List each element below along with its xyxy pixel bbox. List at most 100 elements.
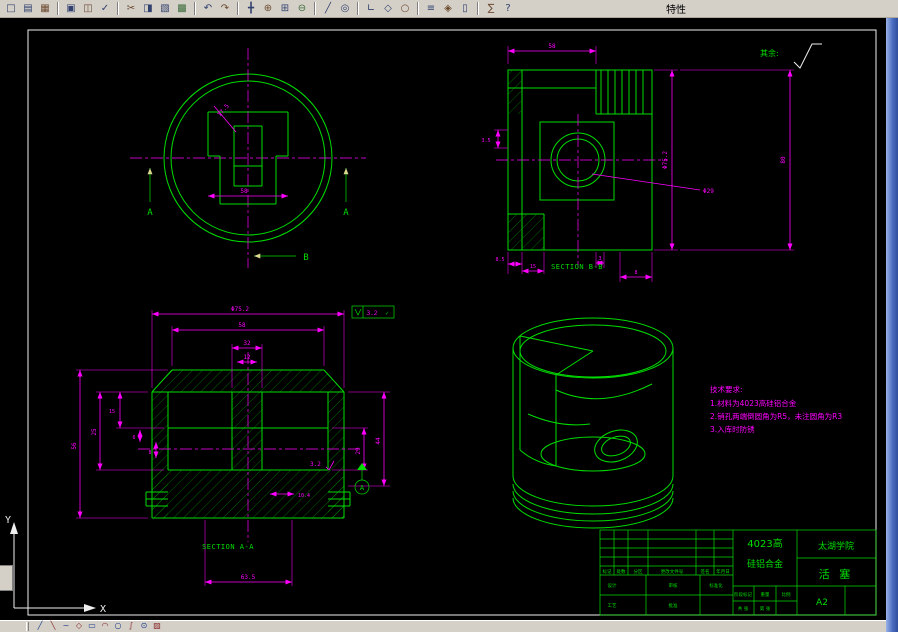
stage-label: 阶段标记 — [734, 591, 752, 598]
toolbar-separator — [194, 2, 196, 15]
section-bb-title: SECTION B-B — [551, 263, 603, 271]
3d-orbit-button[interactable]: ○ — [397, 1, 413, 16]
sheet-no-label: 第 张 — [760, 605, 771, 612]
material-line2: 硅铝合金 — [747, 558, 783, 570]
section-dim-r1: 44 — [375, 437, 382, 445]
match-properties-button[interactable]: ▩ — [174, 1, 190, 16]
zoom-previous-button[interactable]: ⊖ — [294, 1, 310, 16]
cut-button[interactable]: ✂ — [123, 1, 139, 16]
draw-line-button[interactable]: ╱ — [34, 621, 46, 632]
section-dim-t3: 32 — [243, 340, 251, 347]
toolbar: □ ▤ ▦ ▣ ◫ ✓ ✂ ◨ ▧ ▩ ↶ ↷ ╋ ⊕ ⊞ ⊖ ╱ ◎ ∟ ◇ ○ ≡ ◈ ▯ ∑? 特性 — [0, 0, 898, 18]
surface-finish-icon — [793, 43, 822, 69]
cad-window: □ ▤ ▦ ▣ ◫ ✓ ✂ ◨ ▧ ▩ ↶ ↷ ╋ ⊕ ⊞ ⊖ ╱ ◎ ∟ ◇ ○ ≡ ◈ ▯ ∑? 特性 — [0, 0, 898, 632]
draw-circle-button[interactable]: ○ — [112, 621, 124, 632]
section-dim-r2: 29 — [355, 447, 362, 455]
tech-notes-line3: 3.入库时防锈 — [710, 424, 755, 434]
section-dim-t1: Φ75.2 — [231, 306, 249, 313]
new-button[interactable]: □ — [3, 1, 19, 16]
print-preview-button[interactable]: ◫ — [80, 1, 96, 16]
sheet-size: A2 — [816, 598, 828, 608]
piston-drawing: 58 17.5 A A B Φ29 58 Φ75.2 80 3.5 8.5 15… — [5, 29, 877, 616]
side-dim-b4: 8 — [634, 270, 637, 276]
named-ucs-button[interactable]: ∟ — [363, 1, 379, 16]
redo-button[interactable]: ↷ — [217, 1, 233, 16]
tech-notes-line1: 1.材料为4023高硅铝合金 — [710, 398, 797, 408]
spelling-button[interactable]: ✓ — [97, 1, 113, 16]
col-mark: 标记 — [603, 568, 612, 575]
designcenter-button[interactable]: ◈ — [440, 1, 456, 16]
finish-note-label: 其余: — [760, 48, 779, 58]
docked-toolbar-button[interactable] — [0, 565, 13, 591]
help-button[interactable]: ? — [500, 1, 516, 16]
named-views-button[interactable]: ◇ — [380, 1, 396, 16]
section-dim-t2: 58 — [238, 322, 246, 329]
section-a-label-right: A — [343, 208, 349, 218]
draw-rectangle-button[interactable]: ▭ — [86, 621, 98, 632]
paste-button[interactable]: ▧ — [157, 1, 173, 16]
part-name: 活 塞 — [819, 567, 854, 581]
copy-button[interactable]: ◨ — [140, 1, 156, 16]
zoom-window-button[interactable]: ⊞ — [277, 1, 293, 16]
side-top-dim: 58 — [548, 43, 556, 50]
pan-button[interactable]: ╋ — [243, 1, 259, 16]
quickcalc-button[interactable]: ∑ — [483, 1, 499, 16]
ucs-x-arrow — [84, 604, 96, 612]
finish-box-check: ✓ — [385, 310, 389, 317]
toolbar-separator — [417, 2, 419, 15]
print-button[interactable]: ▣ — [63, 1, 79, 16]
window-border-right — [886, 18, 898, 632]
drawing-canvas[interactable]: 58 17.5 A A B Φ29 58 Φ75.2 80 3.5 8.5 15… — [0, 18, 886, 620]
datum-triangle — [357, 463, 367, 470]
top-view-angle-dim: 17.5 — [216, 102, 231, 118]
side-dia-dim: Φ75.2 — [662, 151, 669, 169]
section-dim-l4: 6 — [132, 435, 135, 441]
open-button[interactable]: ▤ — [20, 1, 36, 16]
draw-spline-button[interactable]: ∫ — [125, 621, 137, 632]
tech-notes: 技术要求: 1.材料为4023高硅铝合金 2.销孔两端倒圆角为R5，未注圆角为R… — [710, 384, 842, 434]
side-dim-b3: 3 — [598, 256, 601, 262]
distance-button[interactable]: ╱ — [320, 1, 336, 16]
tool-palettes-button[interactable]: ▯ — [457, 1, 473, 16]
section-dim-l1: 56 — [71, 442, 78, 450]
school-name: 太湖学院 — [818, 540, 854, 552]
row-approve: 批准 — [669, 602, 678, 609]
undo-button[interactable]: ↶ — [200, 1, 216, 16]
ucs-x-label: X — [100, 604, 106, 615]
section-dim-l2: 25 — [91, 428, 98, 436]
save-button[interactable]: ▦ — [37, 1, 53, 16]
side-length-dim: 80 — [780, 156, 787, 164]
zoom-realtime-button[interactable]: ⊕ — [260, 1, 276, 16]
section-dim-bottom: 63.5 — [241, 574, 256, 581]
draw-hatch-button[interactable]: ▨ — [151, 621, 163, 632]
weight-label: 重量 — [761, 591, 770, 598]
properties-window-button[interactable]: ≡ — [423, 1, 439, 16]
section-dim-l5: 8 — [148, 450, 151, 456]
toolbar-separator — [477, 2, 479, 15]
tech-notes-line2: 2.销孔两端倒圆角为R5，未注圆角为R3 — [710, 411, 842, 421]
toolbar-grip[interactable] — [26, 622, 29, 631]
col-date: 年月日 — [716, 568, 730, 575]
ucs-y-label: Y — [5, 515, 11, 526]
draw-toolbar: ╱ ╲ ~ ◇ ▭ ◠ ○ ∫ ⊙ ▨ — [0, 620, 886, 632]
col-file: 更改文件号 — [661, 568, 684, 575]
draw-polygon-button[interactable]: ◇ — [73, 621, 85, 632]
properties-toolbar-label: 特性 — [666, 5, 686, 16]
redraw-view-button[interactable]: ◎ — [337, 1, 353, 16]
section-dim-t4: 12 — [243, 354, 251, 361]
tech-notes-title: 技术要求: — [710, 384, 743, 394]
ucs-icon: Y X — [5, 515, 106, 615]
section-dim-r3: 10.4 — [298, 493, 310, 499]
draw-arc-button[interactable]: ◠ — [99, 621, 111, 632]
section-b-label: B — [303, 253, 308, 263]
draw-construction-line-button[interactable]: ╲ — [47, 621, 59, 632]
row-standard: 标准化 — [709, 582, 723, 589]
section-dim-l3: 15 — [109, 409, 115, 415]
top-view-width-dim: 58 — [240, 188, 248, 195]
side-dim-b1: 8.5 — [495, 257, 504, 263]
draw-ellipse-button[interactable]: ⊙ — [138, 621, 150, 632]
finish-note: 其余: — [760, 43, 822, 69]
col-count: 处数 — [617, 568, 626, 575]
draw-polyline-button[interactable]: ~ — [60, 621, 72, 632]
row-design: 设计 — [608, 582, 617, 589]
